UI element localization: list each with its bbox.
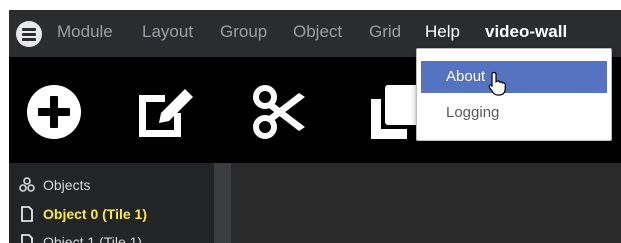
menu-grid[interactable]: Grid <box>369 21 401 43</box>
wall-canvas[interactable] <box>231 163 621 243</box>
menu-item-about[interactable]: About <box>421 61 607 93</box>
tree-item-object-1[interactable]: Object 1 (Tile 1) <box>19 233 142 243</box>
copy-icon[interactable] <box>367 83 423 141</box>
tree-item-label: Object 1 (Tile 1) <box>43 234 143 243</box>
tree-item-label: Object 0 (Tile 1) <box>43 206 147 222</box>
tree-root[interactable]: Objects <box>19 176 90 194</box>
panel-splitter[interactable] <box>214 163 231 243</box>
object-tree-panel: Objects Object 0 (Tile 1) Object 1 (Tile… <box>9 163 214 243</box>
app-name: video-wall <box>485 22 568 41</box>
cut-icon[interactable] <box>253 83 309 141</box>
hamburger-menu-icon[interactable] <box>16 21 42 47</box>
menu-module[interactable]: Module <box>57 21 113 43</box>
menu-layout[interactable]: Layout <box>142 21 193 43</box>
file-icon <box>19 234 35 243</box>
help-dropdown-menu: About Logging <box>416 48 612 141</box>
menu-item-logging[interactable]: Logging <box>421 97 607 129</box>
edit-icon[interactable] <box>135 83 197 141</box>
file-icon <box>19 206 35 222</box>
add-icon[interactable] <box>25 83 83 141</box>
tree-root-label: Objects <box>43 177 91 193</box>
hand-cursor-icon <box>488 71 508 102</box>
tree-item-object-0[interactable]: Object 0 (Tile 1) <box>19 205 147 223</box>
menu-help[interactable]: Help <box>425 21 460 43</box>
objects-group-icon <box>19 177 35 193</box>
menu-object[interactable]: Object <box>293 21 342 43</box>
menu-group[interactable]: Group <box>220 21 267 43</box>
